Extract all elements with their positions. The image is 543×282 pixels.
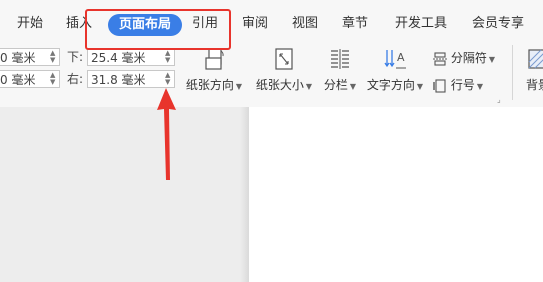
chevron-down-icon: ▼ (416, 82, 424, 91)
page-shadow (240, 107, 249, 282)
top-margin-field[interactable]: 0 毫米 ▲ ▼ (0, 48, 60, 66)
columns-icon (331, 49, 349, 69)
chevron-down-icon: ▼ (235, 82, 243, 91)
page-background-icon (528, 49, 543, 69)
paper-size-icon (275, 48, 293, 70)
bottom-margin-field[interactable]: 25.4 毫米 ▲ ▼ (87, 48, 175, 66)
chevron-down-icon: ▼ (476, 82, 483, 91)
background-button[interactable]: 背景 (518, 47, 543, 93)
annotation-highlight-box (85, 9, 231, 50)
page-orientation-icon (205, 48, 224, 70)
group-divider (512, 45, 513, 100)
right-margin-label: 右: (67, 72, 84, 86)
orientation-button[interactable]: 纸张方向 ▼ (183, 47, 245, 93)
section-break-icon (433, 51, 447, 66)
separator-button[interactable]: 分隔符 ▼ (433, 49, 505, 66)
spin-arrows-icon[interactable]: ▲ ▼ (50, 72, 57, 87)
tab-view[interactable]: 视图 (292, 12, 318, 36)
text-direction-icon: A (384, 50, 406, 69)
tab-developer[interactable]: 开发工具 (395, 12, 447, 36)
tab-review[interactable]: 审阅 (242, 12, 268, 36)
dialog-launcher-icon[interactable]: ⌟ (497, 95, 501, 104)
spin-arrows-icon[interactable]: ▲ ▼ (165, 50, 172, 65)
document-page[interactable] (249, 107, 543, 282)
line-number-button[interactable]: 行号 ▼ (433, 76, 505, 93)
tab-section[interactable]: 章节 (342, 12, 368, 36)
annotation-arrow-icon (157, 88, 176, 180)
columns-button[interactable]: 分栏 ▼ (320, 47, 360, 93)
spin-arrows-icon[interactable]: ▲ ▼ (165, 72, 172, 87)
bottom-margin-label: 下: (67, 50, 84, 64)
chevron-down-icon: ▼ (488, 55, 495, 64)
chevron-down-icon: ▼ (349, 82, 357, 91)
ribbon: 开始 插入 页面布局 引用 审阅 视图 章节 开发工具 会员专享 0 毫米 ▲ ▼… (0, 0, 543, 107)
spin-arrows-icon[interactable]: ▲ ▼ (50, 50, 57, 65)
tab-member[interactable]: 会员专享 (472, 12, 524, 36)
svg-text:A: A (397, 51, 405, 64)
tab-bar: 开始 插入 页面布局 引用 审阅 视图 章节 开发工具 会员专享 (0, 0, 543, 40)
tab-home[interactable]: 开始 (17, 12, 43, 36)
line-number-icon (433, 78, 447, 93)
paper-size-button[interactable]: 纸张大小 ▼ (253, 47, 315, 93)
text-direction-button[interactable]: A 文字方向 ▼ (365, 47, 425, 93)
chevron-down-icon: ▼ (305, 82, 313, 91)
left-margin-field[interactable]: 0 毫米 ▲ ▼ (0, 70, 60, 88)
